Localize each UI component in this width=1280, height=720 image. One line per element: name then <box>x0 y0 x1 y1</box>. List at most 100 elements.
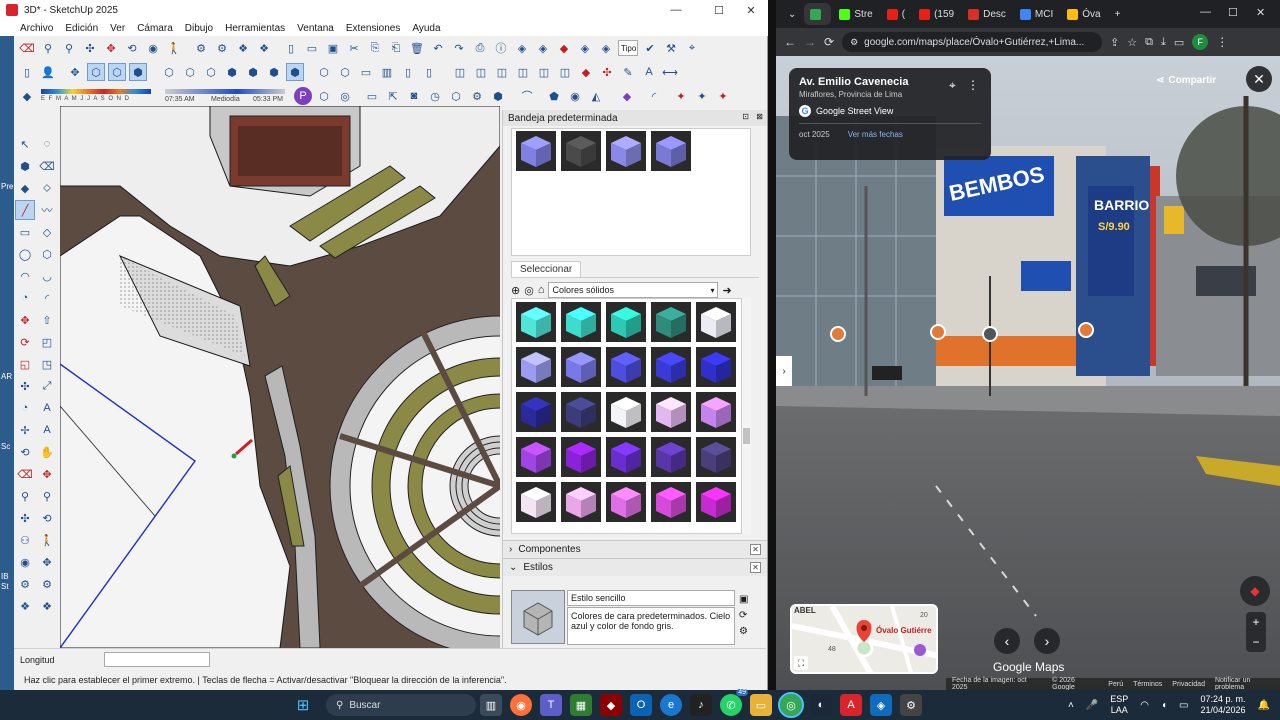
material-swatch[interactable] <box>696 437 736 477</box>
more-dates-link[interactable]: Ver más fechas <box>848 130 903 139</box>
recent-material-swatch[interactable] <box>561 131 601 171</box>
street-view[interactable]: BEMBOS BARRIO S/9.90 Av. Emilio Caveneci… <box>776 56 1280 690</box>
location-pin-icon[interactable]: ⌖ <box>949 78 956 93</box>
whatsapp-icon[interactable]: ✆ 49 <box>720 689 748 716</box>
previous-view-icon[interactable]: ⟲ <box>37 508 57 528</box>
pan-tool-icon[interactable]: ✋ <box>37 442 57 462</box>
right-view-icon[interactable]: ▥ <box>378 63 396 81</box>
measure-input[interactable] <box>104 652 210 667</box>
tray-close-icon[interactable]: ⊠ <box>756 112 763 121</box>
intersect-icon[interactable]: ◈ <box>513 39 531 57</box>
volume-icon[interactable]: ◖ <box>1161 700 1167 711</box>
site-info-icon[interactable]: ⚙ <box>850 37 858 48</box>
text-icon[interactable]: A <box>640 63 658 81</box>
component-icon[interactable]: ⬡ <box>447 87 465 105</box>
footer-report[interactable]: Notificar un problema <box>1215 677 1280 690</box>
location-pin-icon[interactable]: ⌖ <box>683 39 701 57</box>
checkmark-icon[interactable]: ✔ <box>641 39 659 57</box>
section-tool-icon[interactable]: ✥ <box>37 552 57 572</box>
tab-search-button[interactable]: ⌄ <box>782 3 802 25</box>
material-swatch[interactable] <box>606 302 646 342</box>
browser-tab[interactable]: MCI <box>1014 3 1059 25</box>
zoom-extents-icon[interactable]: ✣ <box>81 39 99 57</box>
maximize-button[interactable]: ☐ <box>1228 6 1238 19</box>
share-tool-icon[interactable]: ❖ <box>15 596 35 616</box>
menu-dibujo[interactable]: Dibujo <box>185 23 213 34</box>
menu-ver[interactable]: Ver <box>110 23 125 34</box>
close-icon[interactable]: ✕ <box>750 562 761 573</box>
forward-icon[interactable]: → <box>804 35 816 49</box>
lasso-icon[interactable]: ◌ <box>37 134 57 154</box>
rotated-rect-icon[interactable]: ◇ <box>37 222 57 242</box>
sample-icon[interactable]: ◎ <box>524 284 534 297</box>
material-swatch[interactable] <box>516 302 556 342</box>
library-dropdown[interactable]: Colores sólidos ▾ <box>548 282 719 298</box>
redo-icon[interactable]: ↷ <box>450 39 468 57</box>
expand-panel-button[interactable]: › <box>776 356 792 386</box>
add-location-icon[interactable]: ◈ <box>534 39 552 57</box>
share-button[interactable]: ⋖ Compartir <box>1156 70 1228 90</box>
material-swatch[interactable] <box>516 392 556 432</box>
user-icon[interactable]: 👤 <box>39 63 57 81</box>
look-tool-icon[interactable]: ◉ <box>15 552 35 572</box>
browser-tab[interactable]: Óva <box>1061 3 1106 25</box>
time-slider[interactable]: 07:35 AM Mediodía 05:33 PM <box>165 86 285 106</box>
teams-icon[interactable]: T <box>540 694 562 716</box>
details-arrow-icon[interactable]: ➜ <box>722 284 731 297</box>
more-options-icon[interactable]: ⋮ <box>967 78 979 92</box>
style-thumbnail[interactable] <box>511 590 565 644</box>
language-indicator[interactable]: ESP LAA <box>1110 694 1128 716</box>
material-scrollbar[interactable] <box>741 298 751 534</box>
arc2-icon[interactable]: ◡ <box>37 266 57 286</box>
tab-seleccionar[interactable]: Seleccionar <box>511 261 582 277</box>
pushpull-tool-icon[interactable]: ⇧ <box>37 310 57 330</box>
shaded-textures-icon[interactable]: ⬢ <box>265 63 283 81</box>
settings-icon[interactable]: ⚙ <box>900 694 922 716</box>
display-sections-icon[interactable]: ⬡ <box>108 63 126 81</box>
notification-bell-icon[interactable]: 🔔 <box>1258 700 1270 711</box>
style-name-field[interactable]: Estilo sencillo <box>567 590 735 606</box>
menu-archivo[interactable]: Archivo <box>20 23 53 34</box>
push-pull-icon[interactable]: ⚙ <box>468 87 486 105</box>
material-swatch[interactable] <box>606 347 646 387</box>
wireframe-icon[interactable]: ⬡ <box>202 63 220 81</box>
globe-icon[interactable]: ◉ <box>566 87 584 105</box>
footer-privacy[interactable]: Privacidad <box>1172 681 1205 688</box>
arc-tool-icon[interactable]: ◠ <box>15 266 35 286</box>
browser-tab[interactable]: Desc <box>962 3 1012 25</box>
delete-icon[interactable]: 🗑 <box>408 39 426 57</box>
extensions-icon[interactable]: ⧉ <box>1145 36 1153 49</box>
zoom-window-tool-icon[interactable]: ⚲ <box>37 486 57 506</box>
paste-icon[interactable]: ⎗ <box>387 39 405 57</box>
terrain-icon[interactable]: ◈ <box>576 39 594 57</box>
back-icon[interactable]: ← <box>784 35 796 49</box>
tape-tool-icon[interactable]: ✣ <box>15 376 35 396</box>
material-swatch[interactable] <box>561 302 601 342</box>
line-tool-icon[interactable]: ╱ <box>15 200 35 220</box>
material-swatch[interactable] <box>561 392 601 432</box>
scale-tool-icon[interactable]: ◱ <box>15 354 35 374</box>
footer-country[interactable]: Perú <box>1108 681 1123 688</box>
month-slider[interactable]: E F M A M J J A S O N D <box>41 86 156 106</box>
material-swatch[interactable] <box>606 437 646 477</box>
eraser-icon[interactable]: ⌫ <box>18 39 36 57</box>
material-swatch[interactable] <box>561 482 601 522</box>
close-street-view-button[interactable]: ✕ <box>1246 66 1272 92</box>
pie-icon[interactable]: ◔ <box>15 288 35 308</box>
recent-material-swatch[interactable] <box>606 131 646 171</box>
document-icon[interactable]: ▯ <box>18 63 36 81</box>
circle-icon[interactable]: ◯ <box>15 244 35 264</box>
export-icon[interactable]: ⇱ <box>384 87 402 105</box>
mini-map[interactable]: ABEL Óvalo Gutiérre 48 20 ⛶ <box>790 604 938 674</box>
offset-tool-icon[interactable]: ◳ <box>37 354 57 374</box>
rotate-icon[interactable]: ✦ <box>714 87 732 105</box>
shaded-icon[interactable]: ⬢ <box>244 63 262 81</box>
zoom-window-icon[interactable]: ⚲ <box>60 39 78 57</box>
styles-panel-header[interactable]: ⌄ Estilos ✕ <box>503 558 767 576</box>
edge-icon[interactable]: e <box>660 694 682 716</box>
left-view-icon[interactable]: ▯ <box>420 63 438 81</box>
axes-tool-icon[interactable]: ✢ <box>15 420 35 440</box>
monochrome-icon[interactable]: ⬢ <box>286 63 304 81</box>
minimize-button[interactable]: — <box>1200 6 1211 18</box>
followme-tool-icon[interactable]: ◰ <box>37 332 57 352</box>
